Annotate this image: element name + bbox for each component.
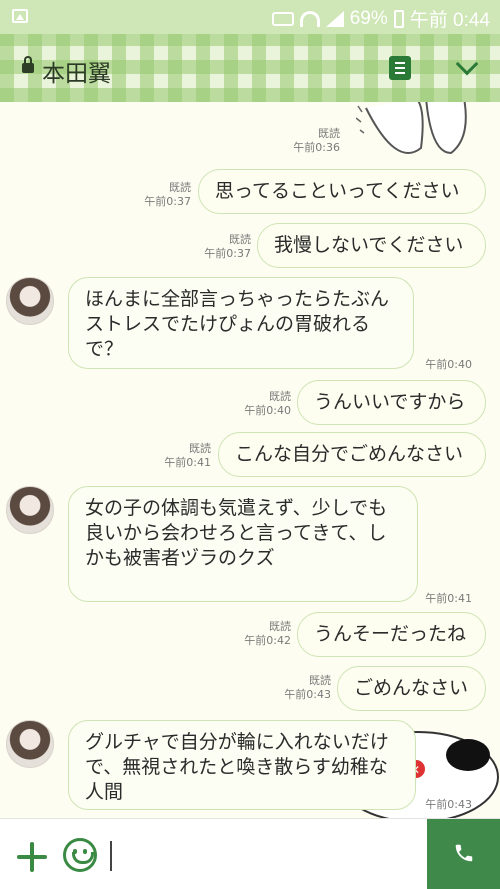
sent-message[interactable]: こんな自分でごめんなさい: [218, 432, 486, 477]
avatar[interactable]: [6, 720, 54, 768]
battery-icon: [393, 9, 404, 28]
sent-message[interactable]: うんいいですから: [297, 380, 486, 425]
battery-percent: 69%: [349, 7, 388, 29]
message-time: 午前0:36: [293, 141, 340, 154]
sent-message[interactable]: 我慢しないでください: [257, 223, 486, 268]
message-time: 午前0:37: [144, 195, 191, 208]
avatar[interactable]: [6, 277, 54, 325]
avatar[interactable]: [6, 486, 54, 534]
sticker-meta: 既読 午前0:36: [278, 127, 340, 155]
read-receipt: 既読: [318, 127, 340, 140]
message-time: 午前0:43: [284, 688, 331, 701]
message-meta: 既読 午前0:37: [190, 233, 251, 261]
message-time: 午前0:41: [425, 592, 472, 605]
chevron-down-icon[interactable]: [453, 56, 481, 76]
message-time: 午前0:43: [425, 798, 472, 811]
message-time: 午前0:42: [244, 634, 291, 647]
message-meta: 既読 午前0:43: [270, 674, 331, 702]
read-receipt: 既読: [269, 620, 291, 633]
message-meta: 既読 午前0:42: [230, 620, 291, 648]
input-bar: [0, 818, 500, 889]
message-time: 午前0:40: [425, 358, 472, 371]
gallery-notification-icon: [12, 9, 28, 23]
plus-icon[interactable]: [17, 842, 47, 872]
sent-message[interactable]: 思ってることいってください: [198, 169, 486, 214]
message-time: 午前0:41: [164, 456, 211, 469]
sticker-top[interactable]: [355, 102, 476, 158]
message-time: 午前0:40: [244, 404, 291, 417]
signal-icon: [325, 10, 344, 27]
call-button[interactable]: [427, 819, 500, 889]
mute-icon: [271, 11, 294, 26]
sent-message[interactable]: うんそーだったね: [297, 612, 486, 657]
message-meta: 既読 午前0:40: [230, 390, 291, 418]
wifi-icon: [299, 10, 320, 27]
lock-icon: [22, 56, 34, 73]
message-meta: 既読 午前0:41: [150, 442, 211, 470]
sent-message[interactable]: ごめんなさい: [337, 666, 486, 711]
read-receipt: 既読: [229, 233, 251, 246]
received-message[interactable]: 女の子の体調も気遣えず、少しでも良いから会わせろと言ってきて、しかも被害者ヅラの…: [68, 486, 418, 602]
note-button[interactable]: [389, 56, 411, 80]
message-list[interactable]: 既読 午前0:36 既読 午前0:37 思ってることいってください 既読 午前0…: [0, 102, 500, 818]
read-receipt: 既読: [309, 674, 331, 687]
message-time: 午前0:37: [204, 247, 251, 260]
emoji-icon[interactable]: [63, 838, 97, 872]
read-receipt: 既読: [189, 442, 211, 455]
contact-name[interactable]: 本田翼: [42, 54, 111, 88]
phone-icon: [455, 844, 473, 862]
status-bar: 69% 午前 0:44: [0, 0, 500, 34]
read-receipt: 既読: [169, 181, 191, 194]
message-input[interactable]: [110, 841, 112, 871]
received-message[interactable]: グルチャで自分が輪に入れないだけで、無視されたと喚き散らす幼稚な人間: [68, 720, 416, 810]
message-meta: 既読 午前0:37: [130, 181, 191, 209]
read-receipt: 既読: [269, 390, 291, 403]
chat-header: 本田翼: [0, 34, 500, 102]
status-icons: 69% 午前 0:44: [271, 5, 490, 32]
received-message[interactable]: ほんまに全部言っちゃったらたぶんストレスでたけぴょんの胃破れるで？: [68, 277, 414, 369]
clock: 午前 0:44: [409, 10, 490, 31]
